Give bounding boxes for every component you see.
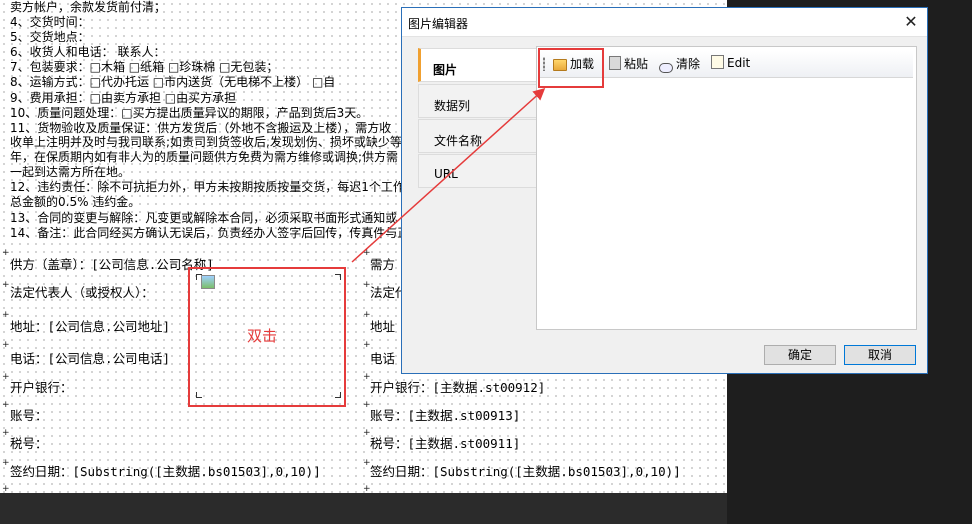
contract-line: 11、货物验收及质量保证：供方发货后（外地不含搬运及上楼），需方收: [10, 121, 392, 135]
buyer-sign-date-cell[interactable]: 签约日期：[Substring([主数据.bs01503],0,10)]: [370, 465, 681, 479]
supplier-sign-date-cell[interactable]: 签约日期：[Substring([主数据.bs01503],0,10)]: [10, 465, 321, 479]
buyer-address-cell[interactable]: 地址: [370, 320, 395, 334]
dialog-titlebar[interactable]: 图片编辑器 ✕: [402, 8, 927, 37]
paste-button-label: 粘贴: [624, 57, 649, 71]
contract-line: 10、质量问题处理：□买方提出质量异议的期限，产品到货后3天。: [10, 106, 369, 120]
cell-marker: +: [363, 484, 371, 493]
contract-line: 9、费用承担：□由卖方承担 □由买方承担: [10, 91, 237, 105]
contract-line: 8、运输方式：□代办托运 □市内送货（无电梯不上楼） □自: [10, 75, 336, 89]
legal-rep-cell[interactable]: 法定代表人（或授权人）：: [10, 286, 154, 300]
cell-marker: +: [2, 372, 10, 382]
edit-icon: [711, 55, 724, 69]
buyer-name-cell[interactable]: 需方: [370, 258, 395, 272]
contract-line: 年，在保质期内如有非人为的质量问题供方免费为需方维修或调换;供方需: [10, 150, 399, 164]
tab-url[interactable]: URL: [418, 154, 536, 188]
selection-corner: [335, 274, 341, 280]
contract-line: 13、合同的变更与解除：凡变更或解除本合同，必须采取书面形式通知或: [10, 211, 398, 225]
buyer-phone-cell[interactable]: 电话: [370, 352, 395, 366]
contract-line: 7、包装要求：□木箱 □纸箱 □珍珠棉 □无包装；: [10, 60, 279, 74]
cancel-button[interactable]: 取消: [844, 345, 916, 365]
cell-marker: +: [2, 484, 10, 493]
paste-button[interactable]: 粘贴: [609, 55, 648, 73]
ok-button[interactable]: 确定: [764, 345, 836, 365]
contract-line: 收单上注明并及时与我司联系;如责司到货签收后,发现划伤、损坏或缺少等: [10, 135, 402, 149]
contract-line: 卖方帐户，余款发货前付清；: [10, 0, 167, 14]
cell-marker: +: [2, 280, 10, 290]
supplier-bank-cell[interactable]: 开户银行：: [10, 381, 73, 395]
cell-marker: +: [2, 340, 10, 350]
selection-corner: [196, 274, 202, 280]
buyer-tax-cell[interactable]: 税号：[主数据.st00911]: [370, 437, 520, 451]
cell-marker: +: [2, 428, 10, 438]
cell-marker: +: [363, 458, 371, 468]
supplier-phone-cell[interactable]: 电话：[公司信息.公司电话]: [10, 352, 170, 366]
eraser-icon: [659, 63, 673, 73]
edit-button-label: Edit: [727, 56, 751, 70]
supplier-address-cell[interactable]: 地址：[公司信息.公司地址]: [10, 320, 170, 334]
tab-file-name[interactable]: 文件名称: [418, 119, 536, 153]
double-click-annotation: 双击: [247, 327, 278, 345]
cell-marker: +: [2, 458, 10, 468]
edit-button[interactable]: Edit: [711, 55, 750, 73]
cell-marker: +: [2, 310, 10, 320]
clear-button-label: 清除: [676, 57, 701, 71]
contract-line: 一起到达需方所在地。: [10, 165, 131, 179]
cell-marker: +: [2, 248, 10, 258]
cell-marker: +: [363, 372, 371, 382]
supplier-name-cell[interactable]: 供方（盖章）：[公司信息.公司名称]: [10, 258, 214, 272]
contract-line: 6、收货人和电话： 联系人：: [10, 45, 166, 59]
clear-button[interactable]: 清除: [659, 55, 700, 73]
tab-image[interactable]: 图片: [418, 48, 536, 82]
image-editor-dialog: 图片编辑器 ✕ 图片 数据列 文件名称 URL 加载 粘贴 清除 Edit 确定…: [401, 7, 928, 374]
contract-line: 12、违约责任：除不可抗拒力外，甲方未按期按质按量交货，每迟1个工作: [10, 180, 405, 194]
image-placeholder-icon[interactable]: [201, 275, 215, 289]
cell-marker: +: [363, 280, 371, 290]
supplier-account-cell[interactable]: 账号：: [10, 409, 48, 423]
buyer-account-cell[interactable]: 账号：[主数据.st00913]: [370, 409, 520, 423]
close-icon[interactable]: ✕: [901, 12, 921, 32]
contract-line: 4、交货时间：: [10, 15, 90, 29]
canvas-bottom-area: [0, 493, 727, 524]
cell-marker: +: [2, 400, 10, 410]
selection-corner: [335, 392, 341, 398]
contract-line: 14、备注：此合同经买方确认无误后，负责经办人签字后回传，传真件与正: [10, 226, 410, 240]
buyer-bank-cell[interactable]: 开户银行：[主数据.st00912]: [370, 381, 545, 395]
cell-marker: +: [363, 400, 371, 410]
contract-line: 总金额的0.5% 违约金。: [10, 195, 141, 209]
supplier-tax-cell[interactable]: 税号：: [10, 437, 48, 451]
image-preview-panel[interactable]: 加载 粘贴 清除 Edit: [536, 46, 917, 330]
load-button-highlight: [538, 48, 604, 88]
cell-marker: +: [363, 310, 371, 320]
selection-corner: [196, 392, 202, 398]
dialog-title: 图片编辑器: [408, 17, 469, 31]
paste-icon: [609, 56, 621, 70]
cell-marker: +: [363, 340, 371, 350]
cell-marker: +: [363, 248, 371, 258]
tab-data-column[interactable]: 数据列: [418, 84, 536, 118]
contract-line: 5、交货地点：: [10, 30, 90, 44]
cell-marker: +: [363, 428, 371, 438]
